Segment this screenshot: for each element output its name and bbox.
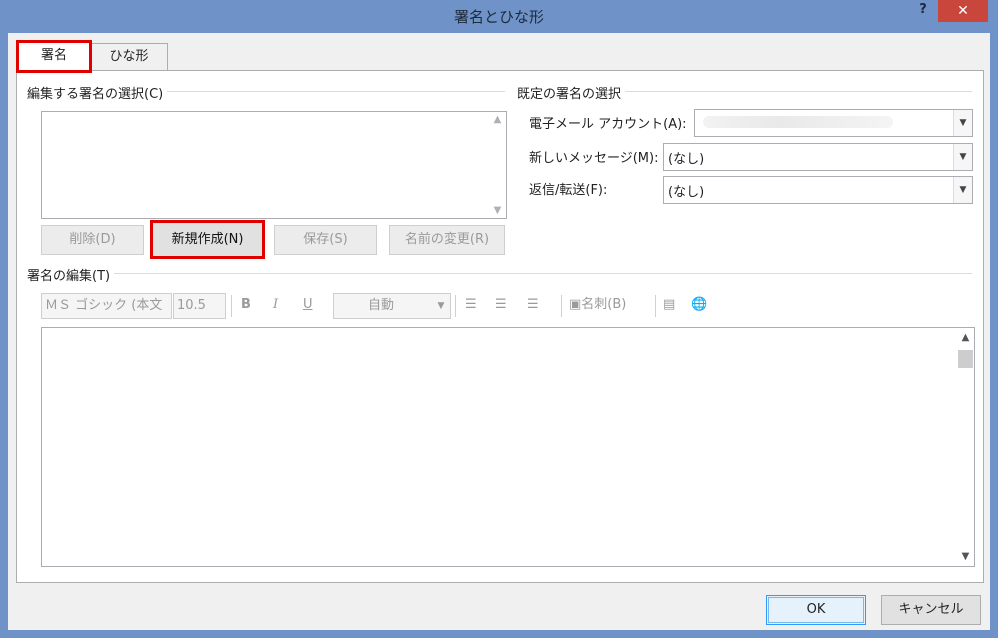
new-messages-select[interactable]: (なし) ▼ (663, 143, 973, 171)
toolbar-separator (455, 295, 456, 317)
toolbar-separator (561, 295, 562, 317)
close-button[interactable]: ✕ (938, 0, 988, 22)
new-messages-label: 新しいメッセージ(M): (529, 151, 659, 166)
tab-stationery[interactable]: ひな形 (90, 43, 168, 70)
business-card-button[interactable]: ▣名刺(B) (569, 293, 641, 317)
align-right-icon[interactable]: ☰ (527, 293, 543, 317)
select-signature-label: 編集する署名の選択(C) (27, 83, 168, 102)
toolbar-separator (655, 295, 656, 317)
chevron-down-icon[interactable]: ▼ (953, 110, 972, 136)
signature-list[interactable]: ▲ ▼ (41, 111, 507, 219)
title-bar: 署名とひな形 ? ✕ (0, 0, 998, 33)
scroll-up-icon[interactable]: ▲ (957, 332, 974, 343)
hyperlink-icon[interactable]: 🌐 (691, 293, 709, 317)
font-select[interactable]: ＭＳ ゴシック (本文 (41, 293, 172, 319)
edit-signature-label: 署名の編集(T) (27, 265, 115, 284)
signature-panel: 編集する署名の選択(C) ▲ ▼ 削除(D) 新規作成(N) 保存(S) 名前の… (16, 70, 984, 583)
delete-button[interactable]: 削除(D) (41, 225, 144, 255)
underline-button[interactable]: U (303, 293, 319, 317)
scroll-down-icon[interactable]: ▼ (489, 205, 506, 216)
signature-list-scrollbar[interactable]: ▲ ▼ (489, 112, 506, 218)
save-button[interactable]: 保存(S) (274, 225, 377, 255)
redacted-account (703, 116, 893, 128)
chevron-down-icon[interactable]: ▼ (953, 144, 972, 170)
tab-signature[interactable]: 署名 (16, 40, 92, 73)
business-card-icon: ▣ (569, 297, 582, 312)
group-divider (33, 273, 972, 274)
default-signature-label: 既定の署名の選択 (517, 83, 626, 102)
align-center-icon[interactable]: ☰ (495, 293, 511, 317)
chevron-down-icon[interactable]: ▼ (953, 177, 972, 203)
format-toolbar: ＭＳ ゴシック (本文 10.5 B I U 自動 ▼ ☰ ☰ ☰ ▣名刺(B)… (41, 293, 981, 323)
signature-editor[interactable]: ▲ ▼ (41, 327, 975, 567)
dialog-client: 署名 ひな形 編集する署名の選択(C) ▲ ▼ 削除(D) 新規作成(N) 保存… (8, 33, 990, 630)
editor-scrollbar[interactable]: ▲ ▼ (957, 328, 974, 566)
replies-select[interactable]: (なし) ▼ (663, 176, 973, 204)
italic-button[interactable]: I (273, 293, 289, 317)
ok-button[interactable]: OK (766, 595, 866, 625)
font-size-select[interactable]: 10.5 (173, 293, 226, 319)
scroll-down-icon[interactable]: ▼ (957, 551, 974, 562)
insert-picture-icon[interactable]: ▤ (663, 293, 681, 317)
scroll-up-icon[interactable]: ▲ (489, 114, 506, 125)
rename-button[interactable]: 名前の変更(R) (389, 225, 505, 255)
cancel-button[interactable]: キャンセル (881, 595, 981, 625)
bold-button[interactable]: B (241, 293, 257, 317)
toolbar-separator (231, 295, 232, 317)
chevron-down-icon[interactable]: ▼ (432, 294, 450, 318)
font-color-select[interactable]: 自動 ▼ (333, 293, 451, 319)
new-signature-button[interactable]: 新規作成(N) (150, 220, 265, 259)
help-button[interactable]: ? (912, 2, 934, 22)
dialog-window: 署名とひな形 ? ✕ 署名 ひな形 編集する署名の選択(C) ▲ ▼ 削除(D)… (0, 0, 998, 638)
dialog-title: 署名とひな形 (453, 8, 544, 26)
email-account-label: 電子メール アカウント(A): (529, 117, 687, 132)
align-left-icon[interactable]: ☰ (465, 293, 481, 317)
email-account-select[interactable]: ▼ (694, 109, 973, 137)
replies-label: 返信/転送(F): (529, 183, 608, 198)
scroll-thumb[interactable] (958, 350, 973, 368)
